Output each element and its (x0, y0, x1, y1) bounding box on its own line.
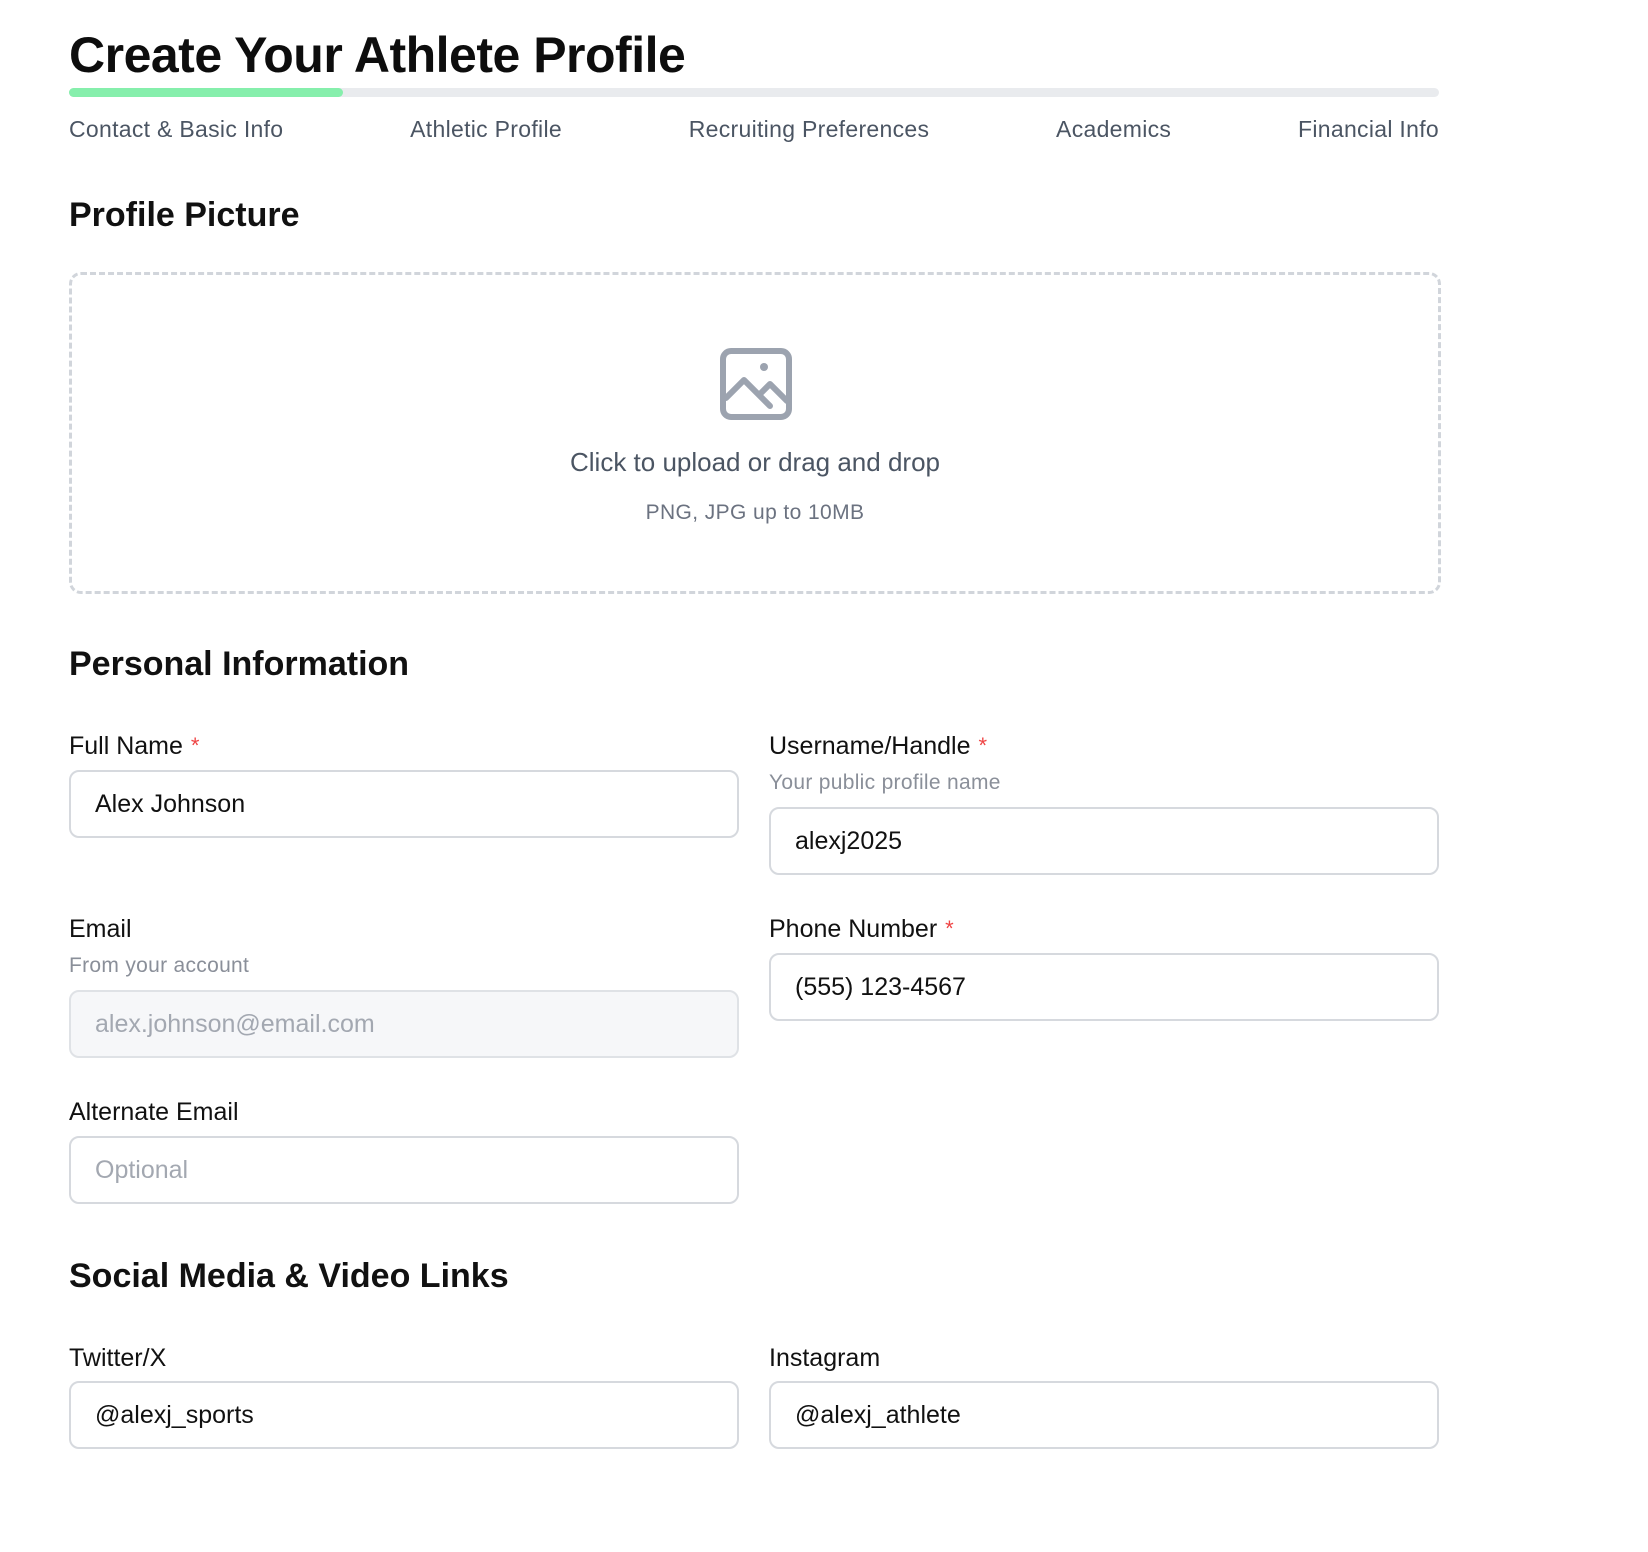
email-helper: From your account (69, 954, 250, 977)
required-marker: * (945, 916, 954, 941)
alternate-email-label: Alternate Email (69, 1096, 239, 1128)
profile-picture-dropzone[interactable]: Click to upload or drag and drop PNG, JP… (69, 272, 1441, 594)
twitter-input[interactable] (69, 1381, 739, 1449)
step-financial-info[interactable]: Financial Info (1298, 116, 1439, 143)
username-helper: Your public profile name (769, 771, 1001, 794)
instagram-label-text: Instagram (769, 1344, 881, 1372)
upload-instruction: Click to upload or drag and drop (569, 447, 940, 477)
username-input[interactable] (769, 807, 1439, 875)
step-athletic-profile[interactable]: Athletic Profile (410, 116, 562, 143)
social-media-heading: Social Media & Video Links (69, 1257, 509, 1295)
email-label-text: Email (69, 915, 132, 943)
alternate-email-input[interactable] (69, 1136, 739, 1204)
required-marker: * (190, 733, 200, 758)
instagram-label: Instagram (769, 1342, 880, 1374)
instagram-input[interactable] (769, 1381, 1439, 1449)
progress-bar (69, 88, 1439, 97)
image-icon (720, 348, 792, 420)
profile-form-page: Create Your Athlete Profile Contact & Ba… (0, 0, 1648, 1552)
step-recruiting-preferences[interactable]: Recruiting Preferences (689, 116, 930, 143)
username-label-text: Username/Handle (769, 732, 971, 760)
phone-label-text: Phone Number (769, 915, 938, 943)
required-marker: * (978, 733, 988, 758)
twitter-label-text: Twitter/X (69, 1344, 167, 1372)
page-title: Create Your Athlete Profile (69, 27, 686, 83)
upload-file-hint: PNG, JPG up to 10MB (645, 501, 865, 524)
twitter-label: Twitter/X (69, 1342, 166, 1374)
step-contact-basic-info[interactable]: Contact & Basic Info (69, 116, 283, 143)
username-label: Username/Handle * (769, 730, 987, 762)
email-label: Email (69, 913, 132, 945)
progress-bar-fill (69, 88, 343, 97)
phone-input[interactable] (769, 953, 1439, 1021)
profile-picture-heading: Profile Picture (69, 196, 300, 234)
phone-label: Phone Number * (769, 913, 954, 945)
full-name-label-text: Full Name (69, 732, 183, 760)
full-name-label: Full Name * (69, 730, 199, 762)
personal-information-heading: Personal Information (69, 645, 410, 683)
step-academics[interactable]: Academics (1056, 116, 1171, 143)
full-name-input[interactable] (69, 770, 739, 838)
alternate-email-label-text: Alternate Email (69, 1098, 239, 1126)
step-tabs: Contact & Basic Info Athletic Profile Re… (69, 112, 1439, 146)
email-input (69, 990, 739, 1058)
